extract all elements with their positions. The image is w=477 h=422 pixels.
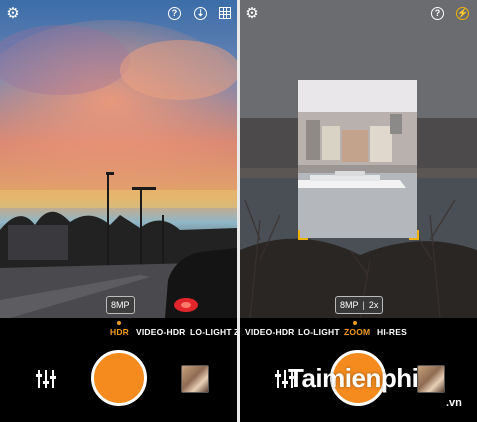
compass-icon[interactable]: ⇣ bbox=[194, 7, 207, 20]
shutter-button[interactable] bbox=[91, 350, 147, 406]
zoom-level-label: 2x bbox=[368, 300, 379, 310]
resolution-label: 8MP bbox=[340, 300, 359, 310]
mode-hdr[interactable]: HDR bbox=[110, 327, 129, 337]
mode-zoom[interactable]: ZOOM bbox=[344, 327, 370, 337]
help-icon[interactable]: ? bbox=[168, 7, 181, 20]
resolution-badge[interactable]: 8MP bbox=[106, 296, 135, 314]
zoom-focus-frame[interactable] bbox=[298, 80, 419, 240]
mode-lo-light[interactable]: LO-LIGHT bbox=[190, 327, 232, 337]
right-camera-screen: ⚙ ? ⚡ 8MP | 2x VIDEO-HDR LO-LIGHT ZOOM HI-… bbox=[240, 0, 477, 422]
gallery-thumbnail[interactable] bbox=[181, 365, 209, 393]
active-mode-indicator bbox=[117, 321, 121, 325]
watermark-suffix: .vn bbox=[446, 397, 462, 409]
active-mode-indicator bbox=[353, 321, 357, 325]
watermark-logo: Taimienphi bbox=[288, 363, 419, 393]
mode-lo-light[interactable]: LO-LIGHT bbox=[298, 327, 340, 337]
flash-icon[interactable]: ⚡ bbox=[456, 7, 469, 20]
mode-selector: HDR VIDEO-HDR LO-LIGHT Z bbox=[0, 327, 237, 339]
resolution-zoom-badge[interactable]: 8MP | 2x bbox=[335, 296, 384, 314]
adjustments-sliders-icon[interactable] bbox=[36, 370, 56, 388]
sunset-viewfinder[interactable] bbox=[0, 0, 237, 318]
mode-selector: VIDEO-HDR LO-LIGHT ZOOM HI-RES bbox=[240, 327, 477, 339]
settings-icon[interactable]: ⚙ bbox=[245, 6, 259, 21]
grid-icon[interactable] bbox=[219, 7, 231, 19]
mode-hi-res[interactable]: HI-RES bbox=[377, 327, 407, 337]
left-camera-screen: ⚙ ? ⇣ 8MP HDR VIDEO-HDR LO-LIGHT Z bbox=[0, 0, 237, 422]
settings-icon[interactable]: ⚙ bbox=[6, 6, 20, 21]
mode-video-hdr[interactable]: VIDEO-HDR bbox=[136, 327, 186, 337]
gallery-thumbnail[interactable] bbox=[417, 365, 445, 393]
help-icon[interactable]: ? bbox=[431, 7, 444, 20]
mode-video-hdr[interactable]: VIDEO-HDR bbox=[245, 327, 295, 337]
